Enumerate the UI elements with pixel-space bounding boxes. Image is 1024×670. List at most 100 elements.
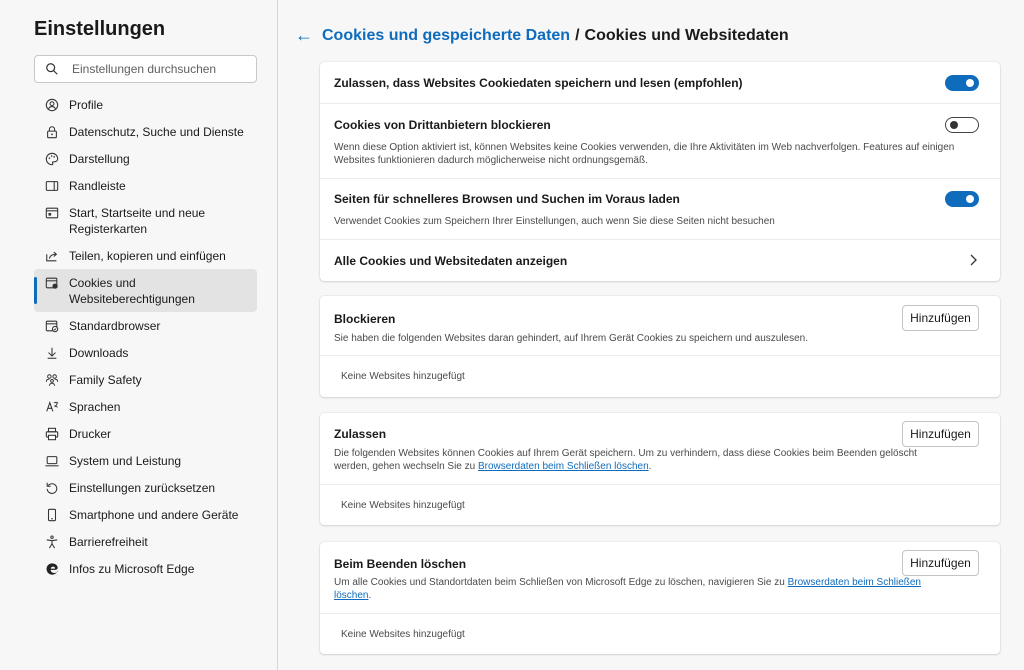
sidebar-item-family[interactable]: Family Safety	[34, 366, 257, 393]
block-add-button[interactable]: Hinzufügen	[902, 305, 979, 331]
sidebar-item-label: Barrierefreiheit	[69, 535, 148, 549]
sidebar-item-default-browser[interactable]: Standardbrowser	[34, 312, 257, 339]
setting-row-see-all[interactable]: Alle Cookies und Websitedaten anzeigen	[320, 240, 1000, 281]
sidebar-item-languages[interactable]: Sprachen	[34, 393, 257, 420]
setting-row-block-third-party: Cookies von Drittanbietern blockieren We…	[320, 104, 1000, 179]
laptop-icon	[44, 453, 60, 469]
sidebar-item-printer[interactable]: Drucker	[34, 420, 257, 447]
allow-section-header: Zulassen Die folgenden Websites können C…	[320, 413, 1000, 485]
setting-title: Cookies von Drittanbietern blockieren	[334, 118, 551, 132]
home-tab-icon	[44, 205, 60, 221]
section-description: Um alle Cookies und Standortdaten beim S…	[334, 576, 924, 602]
sidebar-item-label: System und Leistung	[69, 454, 182, 468]
section-title: Blockieren	[334, 312, 396, 326]
language-icon	[44, 399, 60, 415]
family-icon	[44, 372, 60, 388]
sidebar-item-phone[interactable]: Smartphone und andere Geräte	[34, 501, 257, 528]
toggle-knob	[966, 79, 974, 87]
default-browser-icon	[44, 318, 60, 334]
edge-logo-icon	[44, 561, 60, 577]
toggle-knob	[966, 195, 974, 203]
breadcrumb-separator: /	[575, 26, 580, 44]
description-text: .	[648, 461, 652, 472]
page-title: Cookies und Websitedaten	[584, 26, 789, 44]
sidebar-item-label: Einstellungen zurücksetzen	[69, 481, 216, 495]
profile-icon	[44, 97, 60, 113]
sidebar-item-system[interactable]: System und Leistung	[34, 447, 257, 474]
setting-row-preload: Seiten für schnelleres Browsen und Suche…	[320, 179, 1000, 240]
chevron-right-icon[interactable]	[968, 254, 978, 266]
sidebar-item-label: Standardbrowser	[69, 319, 161, 333]
sidebar-item-sidebar[interactable]: Randleiste	[34, 172, 257, 199]
preload-toggle[interactable]	[945, 191, 979, 207]
sidebar-item-label: Start, Startseite und neue Registerkarte…	[69, 206, 206, 236]
allow-cookies-toggle[interactable]	[945, 75, 979, 91]
sidebar-title: Einstellungen	[34, 18, 166, 40]
sidebar-item-label: Family Safety	[69, 373, 142, 387]
sidebar-item-profile[interactable]: Profile	[34, 91, 257, 118]
setting-row-allow-cookies: Zulassen, dass Websites Cookiedaten spei…	[320, 62, 1000, 104]
phone-icon	[44, 507, 60, 523]
sidebar-item-label: Teilen, kopieren und einfügen	[69, 249, 226, 263]
section-description: Sie haben die folgenden Websites daran g…	[334, 333, 809, 344]
cookie-permissions-icon	[44, 275, 60, 291]
allow-section-card: Zulassen Die folgenden Websites können C…	[320, 413, 1000, 525]
sidebar-item-start[interactable]: Start, Startseite und neue Registerkarte…	[34, 199, 257, 242]
sidebar-item-accessibility[interactable]: Barrierefreiheit	[34, 528, 257, 555]
sidebar-item-privacy[interactable]: Datenschutz, Suche und Dienste	[34, 118, 257, 145]
setting-description: Wenn diese Option aktiviert ist, können …	[334, 142, 955, 166]
breadcrumb-parent-link[interactable]: Cookies und gespeicherte Daten	[322, 27, 570, 45]
breadcrumb: ← Cookies und gespeicherte Daten / Cooki…	[295, 25, 789, 46]
block-section-header: Blockieren Sie haben die folgenden Websi…	[320, 296, 1000, 356]
share-icon	[44, 248, 60, 264]
main-content: ← Cookies und gespeicherte Daten / Cooki…	[279, 0, 1024, 670]
description-text: .	[368, 590, 372, 601]
sidebar-item-label: Randleiste	[69, 179, 126, 193]
sidebar-icon	[44, 178, 60, 194]
sidebar-item-label: Profile	[69, 98, 104, 112]
sidebar-item-reset[interactable]: Einstellungen zurücksetzen	[34, 474, 257, 501]
sidebar-item-label: Downloads	[69, 346, 129, 360]
sidebar-item-about[interactable]: Infos zu Microsoft Edge	[34, 555, 257, 582]
settings-sidebar: Einstellungen Profile Datenschutz, Suche…	[0, 0, 278, 670]
setting-title: Seiten für schnelleres Browsen und Suche…	[334, 192, 680, 206]
sidebar-item-cookies[interactable]: Cookies und Websiteberechtigungen	[34, 269, 257, 312]
sidebar-item-label: Darstellung	[69, 152, 130, 166]
sidebar-item-label: Infos zu Microsoft Edge	[69, 562, 195, 576]
empty-message: Keine Websites hinzugefügt	[341, 500, 465, 511]
sidebar-item-downloads[interactable]: Downloads	[34, 339, 257, 366]
setting-description: Verwendet Cookies zum Speichern Ihrer Ei…	[334, 216, 775, 227]
download-icon	[44, 345, 60, 361]
empty-message: Keine Websites hinzugefügt	[341, 371, 465, 382]
block-section-card: Blockieren Sie haben die folgenden Websi…	[320, 296, 1000, 397]
settings-nav: Profile Datenschutz, Suche und Dienste D…	[34, 91, 257, 582]
search-box[interactable]	[34, 55, 257, 83]
cookie-settings-card: Zulassen, dass Websites Cookiedaten spei…	[320, 62, 1000, 281]
sidebar-item-label: Datenschutz, Suche und Dienste	[69, 125, 244, 139]
clear-on-exit-empty-row: Keine Websites hinzugefügt	[320, 614, 1000, 654]
search-input[interactable]	[72, 62, 242, 76]
clear-on-exit-add-button[interactable]: Hinzufügen	[902, 550, 979, 576]
sidebar-item-label: Cookies und Websiteberechtigungen	[69, 276, 195, 306]
sidebar-item-label: Smartphone und andere Geräte	[69, 508, 239, 522]
empty-message: Keine Websites hinzugefügt	[341, 629, 465, 640]
description-text: Um alle Cookies und Standortdaten beim S…	[334, 577, 788, 588]
toggle-knob	[950, 121, 958, 129]
section-title: Zulassen	[334, 427, 387, 441]
reset-icon	[44, 480, 60, 496]
allow-empty-row: Keine Websites hinzugefügt	[320, 485, 1000, 525]
section-description: Die folgenden Websites können Cookies au…	[334, 447, 920, 473]
sidebar-item-share[interactable]: Teilen, kopieren und einfügen	[34, 242, 257, 269]
sidebar-item-label: Drucker	[69, 427, 112, 441]
block-third-party-toggle[interactable]	[945, 117, 979, 133]
clear-on-exit-section-card: Beim Beenden löschen Um alle Cookies und…	[320, 542, 1000, 654]
back-arrow-icon[interactable]: ←	[295, 25, 313, 46]
sidebar-item-appearance[interactable]: Darstellung	[34, 145, 257, 172]
printer-icon	[44, 426, 60, 442]
palette-icon	[44, 151, 60, 167]
section-title: Beim Beenden löschen	[334, 557, 467, 571]
allow-add-button[interactable]: Hinzufügen	[902, 421, 979, 447]
setting-title: Zulassen, dass Websites Cookiedaten spei…	[334, 76, 743, 90]
clear-on-close-link[interactable]: Browserdaten beim Schließen löschen	[478, 461, 649, 472]
clear-on-exit-section-header: Beim Beenden löschen Um alle Cookies und…	[320, 542, 1000, 614]
